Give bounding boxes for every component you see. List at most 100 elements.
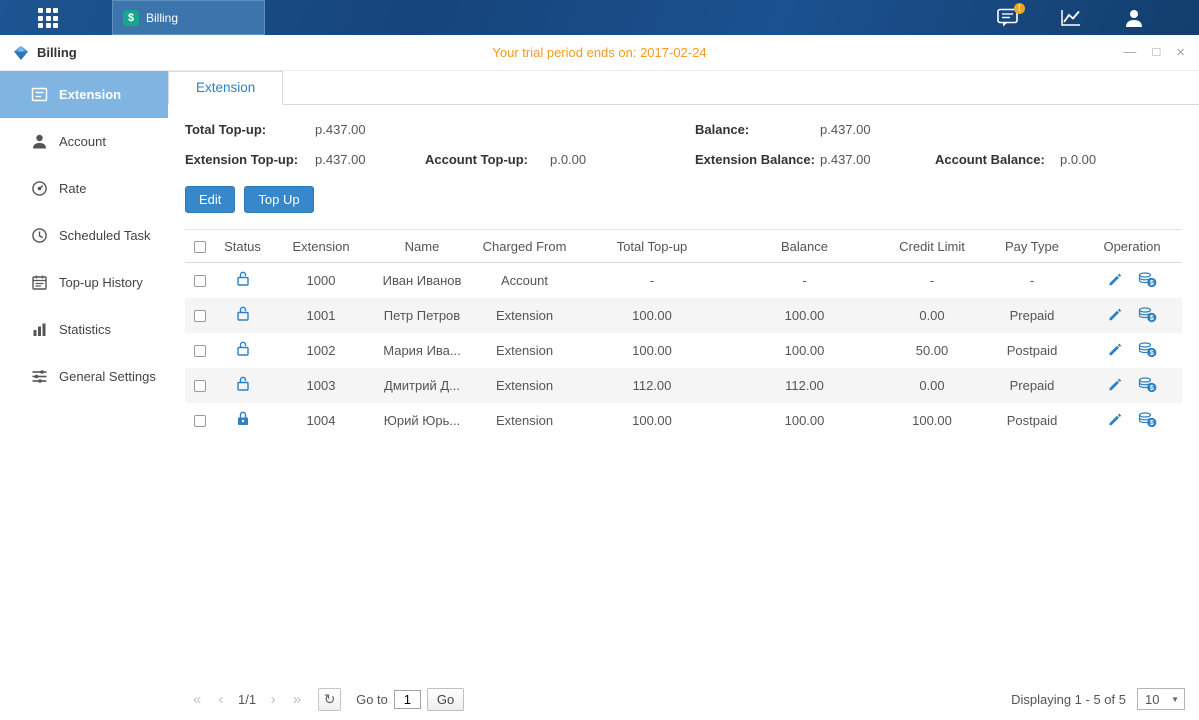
page-size-select[interactable]: 10 ▼ (1137, 688, 1185, 710)
goto-page-input[interactable] (394, 690, 421, 709)
top-up-row-icon[interactable]: $ (1138, 306, 1157, 323)
extension-topup-label: Extension Top-up: (185, 152, 315, 167)
tab-extension[interactable]: Extension (168, 71, 283, 105)
account-balance-value: p.0.00 (1060, 152, 1096, 167)
top-up-row-icon[interactable]: $ (1138, 376, 1157, 393)
sidebar: Extension Account Rate (0, 71, 168, 720)
account-topup-label: Account Top-up: (425, 152, 550, 167)
sidebar-item-general-settings[interactable]: General Settings (0, 353, 168, 400)
last-page-icon[interactable]: » (285, 687, 309, 711)
pagination-bar: « ‹ 1/1 › » ↻ Go to Go Displaying 1 - 5 … (185, 686, 1185, 712)
balance-cell: 100.00 (727, 298, 882, 333)
sidebar-item-extension[interactable]: Extension (0, 71, 168, 118)
minimize-button[interactable]: — (1123, 45, 1136, 60)
notification-badge: ! (1014, 3, 1025, 14)
header-pay-type: Pay Type (982, 230, 1082, 263)
row-checkbox[interactable] (194, 380, 206, 392)
top-up-button[interactable]: Top Up (244, 186, 313, 213)
sidebar-item-account[interactable]: Account (0, 118, 168, 165)
close-button[interactable]: × (1176, 45, 1185, 60)
status-lock-icon[interactable] (235, 340, 251, 357)
total-topup-cell: 112.00 (577, 368, 727, 403)
messages-icon[interactable]: ! (995, 6, 1021, 30)
extension-icon (31, 86, 48, 103)
row-checkbox[interactable] (194, 310, 206, 322)
maximize-button[interactable]: □ (1152, 45, 1160, 60)
status-lock-icon[interactable] (235, 270, 251, 287)
apps-grid-icon[interactable] (38, 8, 58, 28)
name-cell: Юрий Юрь... (372, 403, 472, 438)
reports-chart-icon[interactable] (1058, 6, 1084, 30)
go-button[interactable]: Go (427, 688, 464, 711)
topbar-right-icons: ! (995, 0, 1199, 35)
status-lock-icon[interactable] (235, 305, 251, 322)
row-checkbox[interactable] (194, 275, 206, 287)
charged-from-cell: Extension (472, 333, 577, 368)
charged-from-cell: Extension (472, 368, 577, 403)
next-page-icon[interactable]: › (261, 687, 285, 711)
sidebar-item-statistics[interactable]: Statistics (0, 306, 168, 353)
edit-row-icon[interactable] (1107, 412, 1122, 427)
account-topup-value: p.0.00 (550, 152, 695, 167)
balance-cell: 112.00 (727, 368, 882, 403)
table-row: 1001 Петр Петров Extension 100.00 100.00… (185, 298, 1182, 333)
titlebar: Billing Your trial period ends on: 2017-… (0, 35, 1199, 71)
total-topup-cell: - (577, 263, 727, 298)
credit-limit-cell: 0.00 (882, 368, 982, 403)
total-topup-label: Total Top-up: (185, 122, 315, 137)
name-cell: Дмитрий Д... (372, 368, 472, 403)
user-account-icon[interactable] (1121, 6, 1147, 30)
first-page-icon[interactable]: « (185, 687, 209, 711)
prev-page-icon[interactable]: ‹ (209, 687, 233, 711)
edit-button[interactable]: Edit (185, 186, 235, 213)
table-body: 1000 Иван Иванов Account - - - - (185, 263, 1182, 438)
edit-row-icon[interactable] (1107, 307, 1122, 322)
select-all-checkbox[interactable] (194, 241, 206, 253)
sidebar-item-topup-history[interactable]: Top-up History (0, 259, 168, 306)
content-tabbar: Extension (168, 71, 1199, 105)
edit-row-icon[interactable] (1107, 377, 1122, 392)
billing-tab-label: Billing (146, 11, 178, 25)
header-total-topup: Total Top-up (577, 230, 727, 263)
extension-balance-label: Extension Balance: (695, 152, 820, 167)
charged-from-cell: Extension (472, 403, 577, 438)
page-size-value: 10 (1145, 692, 1159, 707)
header-name: Name (372, 230, 472, 263)
table-header-row: Status Extension Name Charged From Total… (185, 230, 1182, 263)
extension-cell: 1003 (270, 368, 372, 403)
edit-row-icon[interactable] (1107, 272, 1122, 287)
table-row: 1003 Дмитрий Д... Extension 112.00 112.0… (185, 368, 1182, 403)
general-settings-icon (31, 368, 48, 385)
top-up-row-icon[interactable]: $ (1138, 411, 1157, 428)
row-checkbox[interactable] (194, 345, 206, 357)
status-lock-icon[interactable] (235, 410, 251, 427)
sidebar-item-scheduled-task[interactable]: Scheduled Task (0, 212, 168, 259)
header-extension: Extension (270, 230, 372, 263)
row-checkbox[interactable] (194, 415, 206, 427)
top-up-row-icon[interactable]: $ (1138, 341, 1157, 358)
credit-limit-cell: - (882, 263, 982, 298)
status-lock-icon[interactable] (235, 375, 251, 392)
lock-open-icon (235, 270, 251, 287)
goto-label: Go to (356, 692, 388, 707)
edit-row-icon[interactable] (1107, 342, 1122, 357)
summary-row-1: Total Top-up: p.437.00 Balance: p.437.00 (185, 122, 1182, 137)
credit-limit-cell: 50.00 (882, 333, 982, 368)
svg-text:$: $ (1150, 350, 1154, 357)
total-topup-cell: 100.00 (577, 403, 727, 438)
lock-open-icon (235, 375, 251, 392)
sidebar-item-rate[interactable]: Rate (0, 165, 168, 212)
lock-open-icon (235, 340, 251, 357)
trial-notice: Your trial period ends on: 2017-02-24 (0, 45, 1199, 60)
table-row: 1000 Иван Иванов Account - - - - (185, 263, 1182, 298)
sidebar-item-label: Account (59, 134, 106, 149)
top-up-row-icon[interactable]: $ (1138, 271, 1157, 288)
refresh-icon[interactable]: ↻ (318, 688, 341, 711)
table-row: 1004 Юрий Юрь... Extension 100.00 100.00… (185, 403, 1182, 438)
page-indicator: 1/1 (238, 692, 256, 707)
total-topup-cell: 100.00 (577, 298, 727, 333)
charged-from-cell: Extension (472, 298, 577, 333)
account-balance-label: Account Balance: (935, 152, 1060, 167)
header-operation: Operation (1082, 230, 1182, 263)
topbar-billing-tab[interactable]: $ Billing (112, 0, 265, 35)
